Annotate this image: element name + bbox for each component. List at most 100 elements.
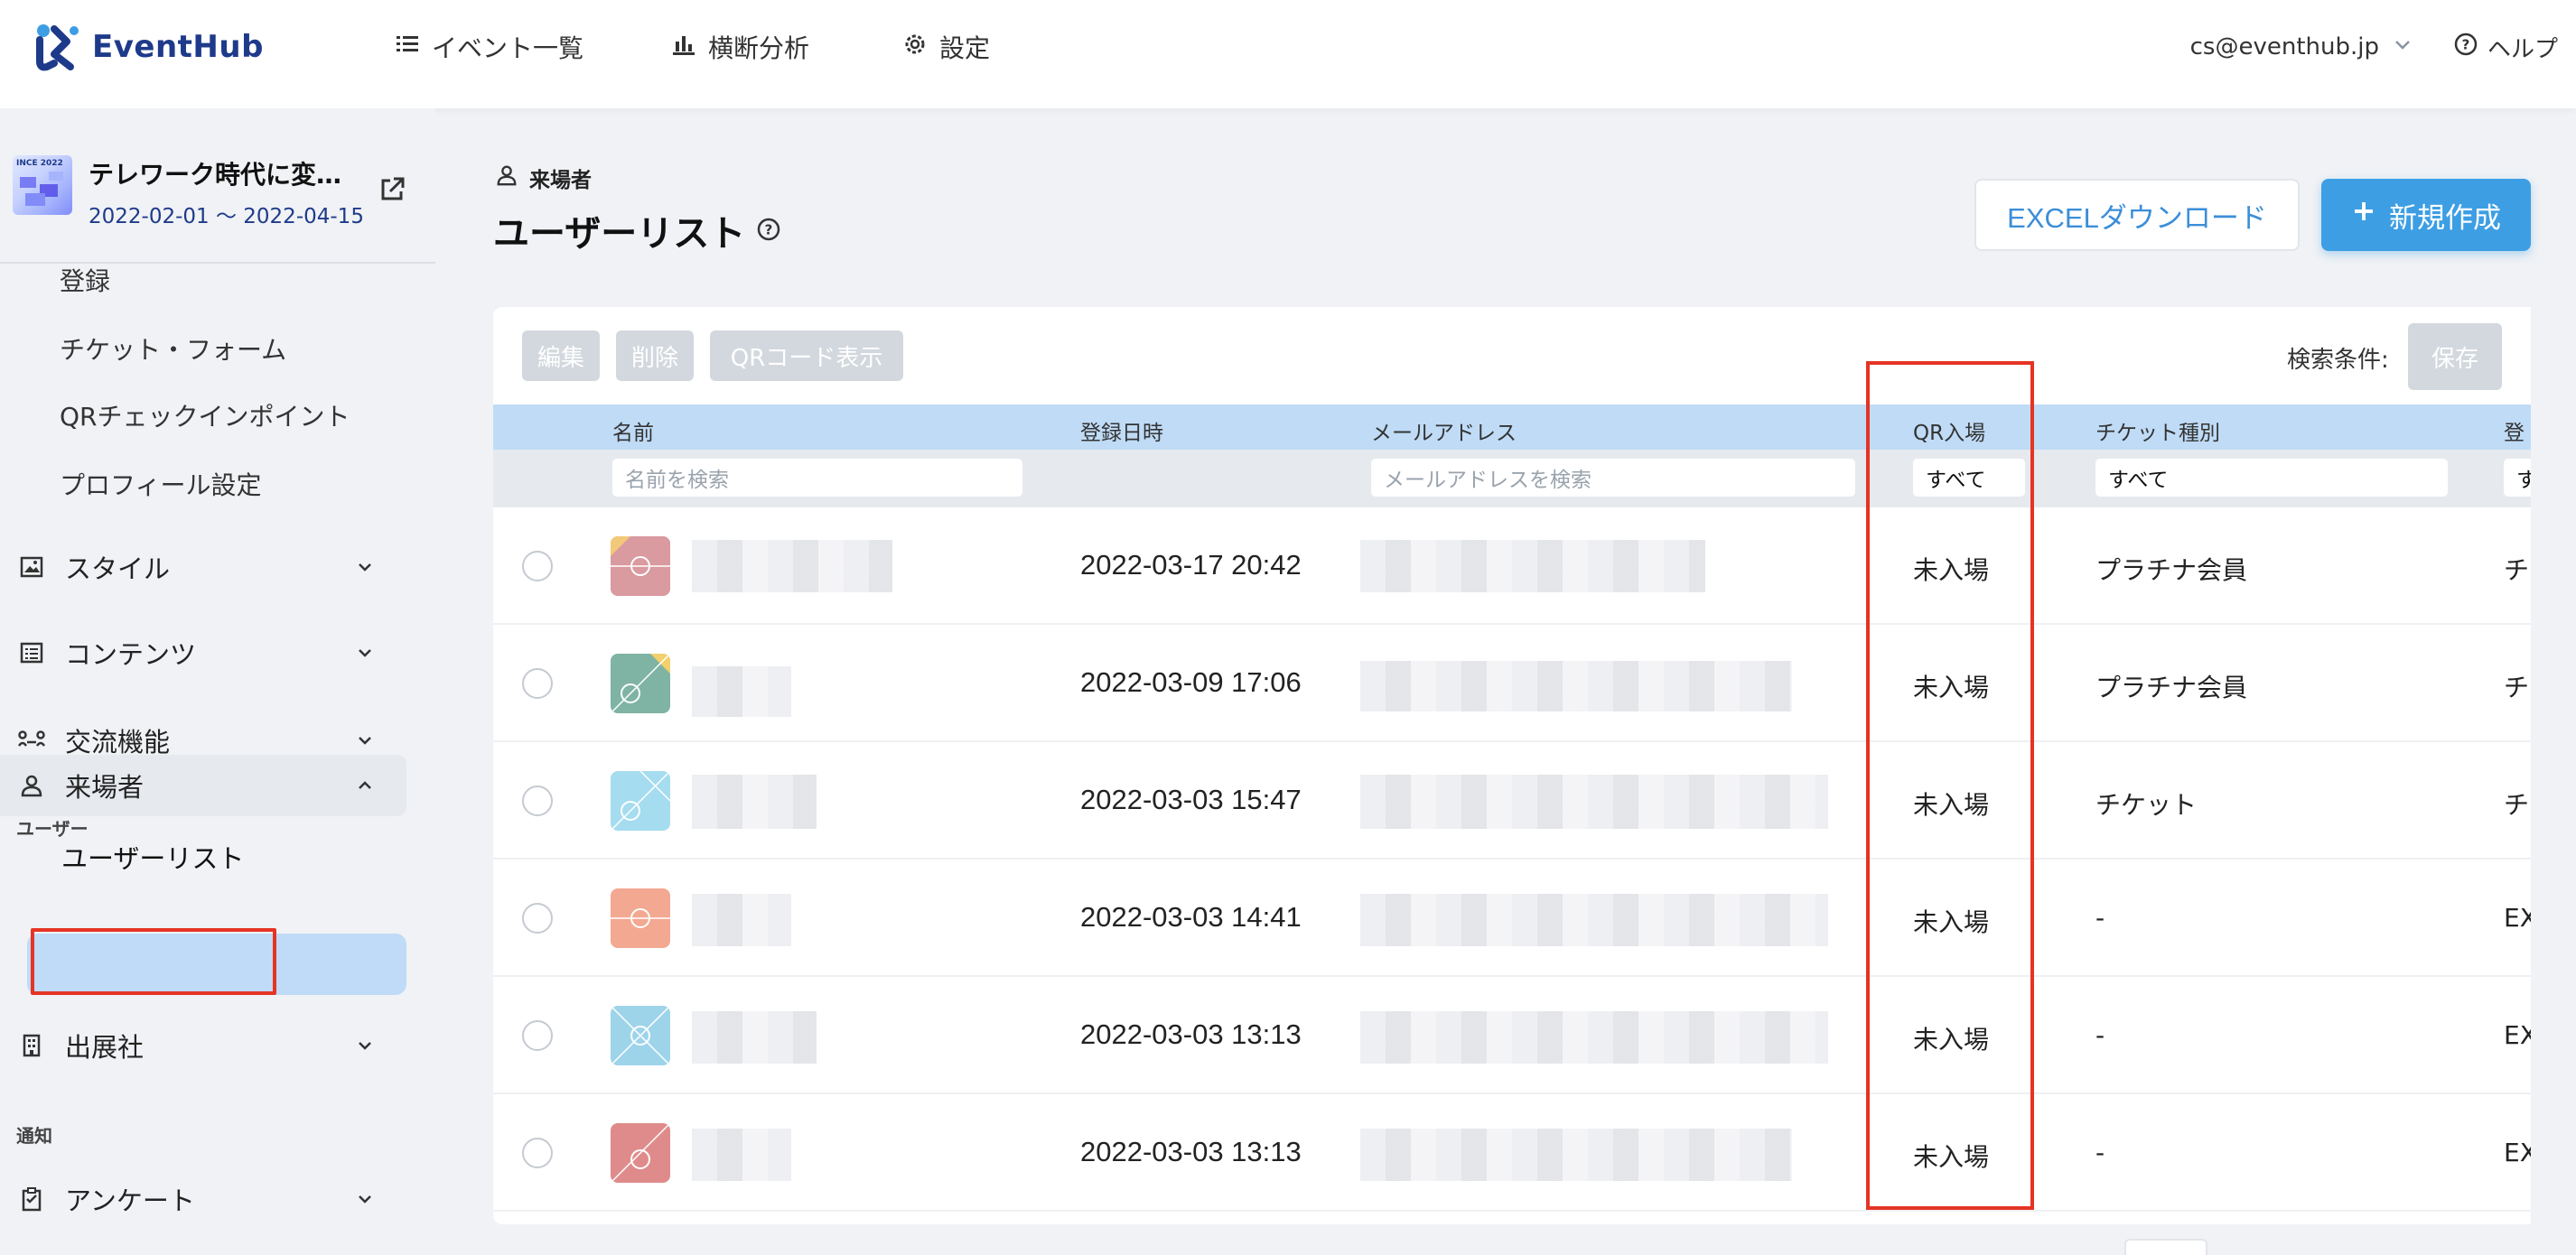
row-select-radio[interactable] [522,668,553,699]
avatar [611,536,670,596]
chevron-down-icon [2392,33,2413,61]
delete-button[interactable]: 削除 [616,330,694,381]
table-row[interactable]: 2022-03-09 17:06 未入場 プラチナ会員 チ [493,625,2531,742]
save-search-button[interactable]: 保存 [2408,323,2502,390]
sidebar-group-survey-label: アンケート [65,1185,195,1216]
excel-download-button[interactable]: EXCELダウンロード [1974,179,2300,251]
extra-cell: チ [2504,790,2530,820]
table-row[interactable]: 2022-03-17 20:42 未入場 プラチナ会員 チ [493,507,2531,625]
extra-cell: EX [2504,903,2531,933]
current-event-card[interactable]: INCE 2022 テレワーク時代に変… 2022-02-01 ～ 2022-0… [13,155,428,228]
user-account-menu[interactable]: cs@eventhub.jp [2190,27,2413,67]
row-select-radio[interactable] [522,1138,553,1168]
sidebar-group-survey[interactable]: アンケート [16,1169,405,1229]
breadcrumb-label: 来場者 [529,169,592,192]
help-label: ヘルプ [2487,35,2558,63]
redacted-name [692,894,791,946]
row-select-radio[interactable] [522,903,553,934]
svg-text:?: ? [2462,36,2470,52]
sidebar: INCE 2022 テレワーク時代に変… 2022-02-01 ～ 2022-0… [0,108,435,1255]
svg-text:?: ? [765,222,773,238]
help-link[interactable]: ? ヘルプ [2453,27,2558,67]
extra-cell: チ [2504,555,2530,585]
registered-at: 2022-03-17 20:42 [1080,549,1302,581]
table-row[interactable]: 2022-03-03 13:13 未入場 - EX [493,977,2531,1094]
row-select-radio[interactable] [522,1020,553,1051]
qr-display-button[interactable]: QRコード表示 [710,330,903,381]
extra-filter-select[interactable]: す [2504,459,2531,497]
new-create-button[interactable]: 新規作成 [2321,179,2531,251]
chevron-down-icon [352,1186,378,1212]
redacted-name [692,1129,791,1181]
list-icon [394,31,421,64]
column-header-registered-at[interactable]: 登録日時 [1080,415,1163,446]
ticket-type: プラチナ会員 [2095,555,2248,585]
nav-settings[interactable]: 設定 [901,27,990,67]
column-header-name[interactable]: 名前 [612,415,654,446]
nav-settings-label: 設定 [939,33,991,63]
avatar [611,771,670,831]
ticket-type: プラチナ会員 [2095,673,2248,702]
table-row[interactable]: 2022-03-03 13:13 未入場 - EX [493,1094,2531,1212]
extra-cell: チ [2504,673,2530,702]
sidebar-item-ticket-form[interactable]: チケット・フォーム [60,330,286,367]
chevron-down-icon [352,1033,378,1058]
row-select-radio[interactable] [522,551,553,581]
pagination-control[interactable] [2124,1239,2207,1255]
chevron-down-icon [352,728,378,753]
redacted-email [1360,540,1705,592]
app-logo[interactable]: EventHub [34,22,264,72]
ticket-type: - [2095,903,2105,933]
nav-event-list[interactable]: イベント一覧 [394,27,583,67]
nav-event-list-label: イベント一覧 [432,33,584,63]
network-icon [16,725,47,756]
table-header: 名前 登録日時 メールアドレス QR入場 チケット種別 登 [493,404,2531,450]
table-row[interactable]: 2022-03-03 14:41 未入場 - EX [493,860,2531,977]
sidebar-group-exhibitors[interactable]: 出展社 [16,1016,405,1075]
sidebar-item-qr-checkin[interactable]: QRチェックインポイント [60,397,350,433]
sidebar-group-contents[interactable]: コンテンツ [16,623,405,683]
highlight-box-qr-column [1866,361,2034,1210]
table-row[interactable]: 2022-03-03 15:47 未入場 チケット チ [493,742,2531,860]
sidebar-group-style-label: スタイル [65,553,171,584]
edit-button[interactable]: 編集 [522,330,600,381]
sidebar-group-visitors[interactable]: 来場者 [16,756,405,815]
ticket-type: チケット [2095,790,2198,820]
sidebar-item-profile-settings[interactable]: プロフィール設定 [60,466,261,502]
gear-icon [901,31,929,64]
user-icon [495,163,518,192]
name-search-input[interactable]: 名前を検索 [612,459,1022,497]
sidebar-item-user-list[interactable]: ユーザーリスト [61,838,244,876]
sidebar-item-registration[interactable]: 登録 [60,262,110,298]
column-header-email[interactable]: メールアドレス [1371,415,1517,446]
ticket-type: - [2095,1020,2105,1050]
chevron-up-icon [352,773,378,798]
help-circle-icon[interactable]: ? [756,209,781,251]
nav-cross-analysis[interactable]: 横断分析 [670,27,809,67]
redacted-email [1360,1011,1828,1064]
registered-at: 2022-03-09 17:06 [1080,666,1302,698]
bar-chart-icon [670,31,697,64]
clipboard-icon [16,1184,47,1214]
registered-at: 2022-03-03 13:13 [1080,1018,1302,1050]
email-search-input[interactable]: メールアドレスを検索 [1371,459,1855,497]
eventhub-logo-icon [34,22,81,72]
sidebar-group-style[interactable]: スタイル [16,537,405,597]
event-thumbnail: INCE 2022 [13,155,72,215]
redacted-email [1360,661,1792,711]
user-icon [16,770,47,801]
extra-cell: EX [2504,1138,2531,1167]
ticket-type-filter-select[interactable]: すべて [2095,459,2448,497]
page-title-text: ユーザーリスト [493,213,746,255]
column-header-extra[interactable]: 登 [2504,415,2525,446]
row-select-radio[interactable] [522,786,553,816]
user-list-panel: 編集 削除 QRコード表示 検索条件: 保存 名前 登録日時 メールアドレス Q… [493,307,2531,1224]
sidebar-group-exhibitors-label: 出展社 [65,1032,145,1063]
registered-at: 2022-03-03 14:41 [1080,901,1302,933]
image-icon [16,552,47,582]
sidebar-group-contents-label: コンテンツ [65,639,197,670]
external-link-icon[interactable] [376,173,408,206]
sidebar-section-notice: 通知 [16,1125,52,1147]
avatar [611,1006,670,1065]
column-header-ticket-type[interactable]: チケット種別 [2095,415,2220,446]
